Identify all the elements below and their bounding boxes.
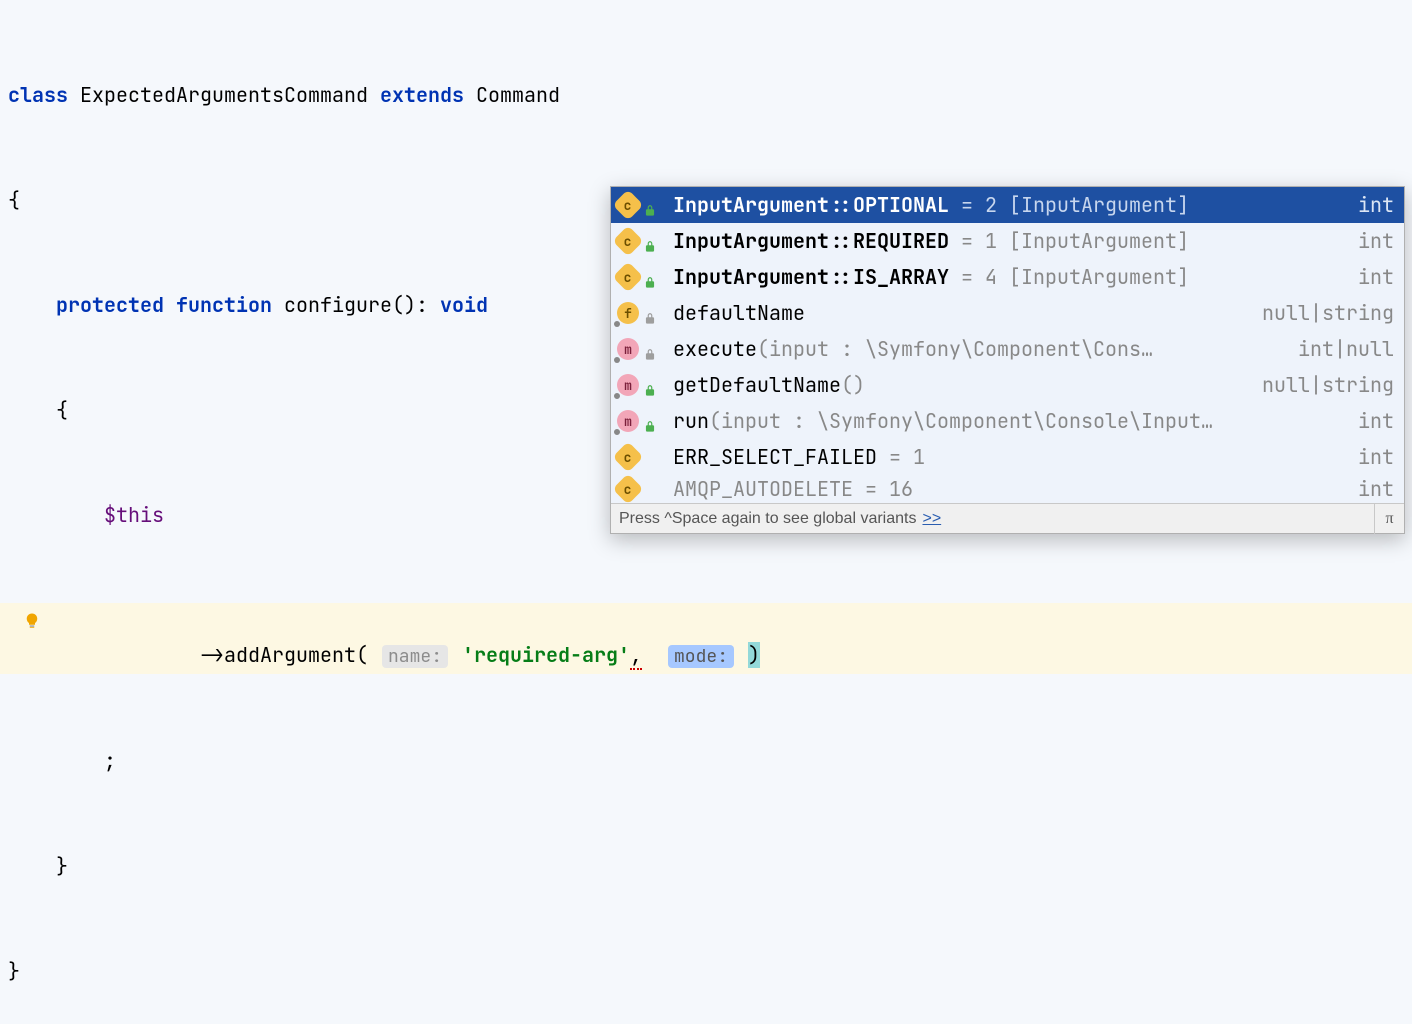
completion-type: int xyxy=(1358,228,1394,254)
keyword-void: void xyxy=(440,292,488,318)
completion-item[interactable]: c InputArgument::IS_ARRAY = 4 [InputArgu… xyxy=(611,259,1404,295)
completion-label: InputArgument::IS_ARRAY xyxy=(673,264,949,290)
f-badge-icon: f xyxy=(617,302,639,324)
keyword-function: function xyxy=(176,292,272,318)
completion-item-cutoff[interactable]: c AMQP_AUTODELETE = 16 int xyxy=(611,475,1404,503)
intention-bulb-icon[interactable] xyxy=(20,603,44,638)
completion-label: ERR_SELECT_FAILED xyxy=(673,444,877,470)
completion-type: null|string xyxy=(1262,300,1394,326)
semicolon: ; xyxy=(104,748,116,774)
this-var: $this xyxy=(104,502,164,528)
completion-type: int xyxy=(1358,192,1394,218)
completion-label: InputArgument::REQUIRED xyxy=(673,228,949,254)
completion-suffix: = 1 [InputArgument] xyxy=(949,228,1189,254)
completion-type: int xyxy=(1358,476,1394,502)
lock-icon xyxy=(643,234,657,248)
brace: } xyxy=(56,853,68,879)
completion-label: run xyxy=(673,408,709,434)
completion-label: defaultName xyxy=(673,300,805,326)
completion-popup[interactable]: c InputArgument::OPTIONAL = 2 [InputArgu… xyxy=(610,186,1405,534)
parent-class: Command xyxy=(476,82,560,108)
c-badge-icon: c xyxy=(612,261,643,292)
code-line[interactable]: } xyxy=(0,954,1412,989)
code-line[interactable]: ; xyxy=(0,744,1412,779)
param-hint-mode: mode: xyxy=(668,645,734,668)
method-name: configure xyxy=(284,292,392,318)
completion-suffix: = 16 xyxy=(853,476,913,502)
completion-label: InputArgument::OPTIONAL xyxy=(673,192,949,218)
completion-label: getDefaultName xyxy=(673,372,841,398)
completion-type: int|null xyxy=(1298,336,1394,362)
completion-footer: Press ^Space again to see global variant… xyxy=(611,503,1404,533)
completion-item[interactable]: m getDefaultName() null|string xyxy=(611,367,1404,403)
footer-link[interactable]: >> xyxy=(922,510,941,528)
code-line-current[interactable]: ->addArgument( name: 'required-arg', mod… xyxy=(0,603,1412,674)
completion-type: null|string xyxy=(1262,372,1394,398)
completion-item[interactable]: f defaultName null|string xyxy=(611,295,1404,331)
m-badge-icon: m xyxy=(617,374,639,396)
lock-icon xyxy=(643,270,657,284)
completion-type: int xyxy=(1358,444,1394,470)
close-paren: ) xyxy=(748,642,760,668)
completion-suffix: (input : \Symfony\Component\Cons… xyxy=(757,336,1153,362)
brace: } xyxy=(8,958,20,984)
lock-icon xyxy=(643,198,657,212)
completion-item[interactable]: m run(input : \Symfony\Component\Console… xyxy=(611,403,1404,439)
completion-list[interactable]: c InputArgument::OPTIONAL = 2 [InputArgu… xyxy=(611,187,1404,503)
brace: { xyxy=(56,397,68,423)
c-badge-icon: c xyxy=(612,473,643,503)
lock-icon xyxy=(643,306,657,320)
completion-label: execute xyxy=(673,336,757,362)
completion-suffix: (input : \Symfony\Component\Console\Inpu… xyxy=(709,408,1213,434)
completion-item[interactable]: m execute(input : \Symfony\Component\Con… xyxy=(611,331,1404,367)
c-badge-icon: c xyxy=(612,225,643,256)
code-line[interactable]: } xyxy=(0,849,1412,884)
completion-suffix: = 2 [InputArgument] xyxy=(949,192,1189,218)
arrow-op: -> xyxy=(200,642,224,668)
keyword-protected: protected xyxy=(56,292,164,318)
footer-hint: Press ^Space again to see global variant… xyxy=(619,510,916,528)
completion-suffix: = 4 [InputArgument] xyxy=(949,264,1189,290)
m-badge-icon: m xyxy=(617,338,639,360)
param-hint-name: name: xyxy=(382,645,448,668)
brace: { xyxy=(8,187,20,213)
lock-icon xyxy=(643,414,657,428)
lock-icon xyxy=(643,378,657,392)
completion-type: int xyxy=(1358,264,1394,290)
completion-item[interactable]: c InputArgument::REQUIRED = 1 [InputArgu… xyxy=(611,223,1404,259)
class-name: ExpectedArgumentsCommand xyxy=(80,82,368,108)
completion-type: int xyxy=(1358,408,1394,434)
code-line[interactable]: class ExpectedArgumentsCommand extends C… xyxy=(0,78,1412,113)
comma: , xyxy=(630,642,642,670)
string-literal: 'required-arg' xyxy=(462,642,630,668)
parens: () xyxy=(392,292,416,318)
completion-item[interactable]: c ERR_SELECT_FAILED = 1 int xyxy=(611,439,1404,475)
completion-item[interactable]: c InputArgument::OPTIONAL = 2 [InputArgu… xyxy=(611,187,1404,223)
completion-label: AMQP_AUTODELETE xyxy=(673,476,853,502)
open-paren: ( xyxy=(356,642,368,668)
keyword-extends: extends xyxy=(380,82,464,108)
pi-button[interactable]: π xyxy=(1374,504,1404,534)
completion-suffix: = 1 xyxy=(877,444,925,470)
keyword-class: class xyxy=(8,82,68,108)
method-call: addArgument xyxy=(224,642,356,668)
c-badge-icon: c xyxy=(612,441,643,472)
m-badge-icon: m xyxy=(617,410,639,432)
completion-suffix: () xyxy=(841,372,865,398)
c-badge-icon: c xyxy=(612,189,643,220)
lock-icon xyxy=(643,342,657,356)
